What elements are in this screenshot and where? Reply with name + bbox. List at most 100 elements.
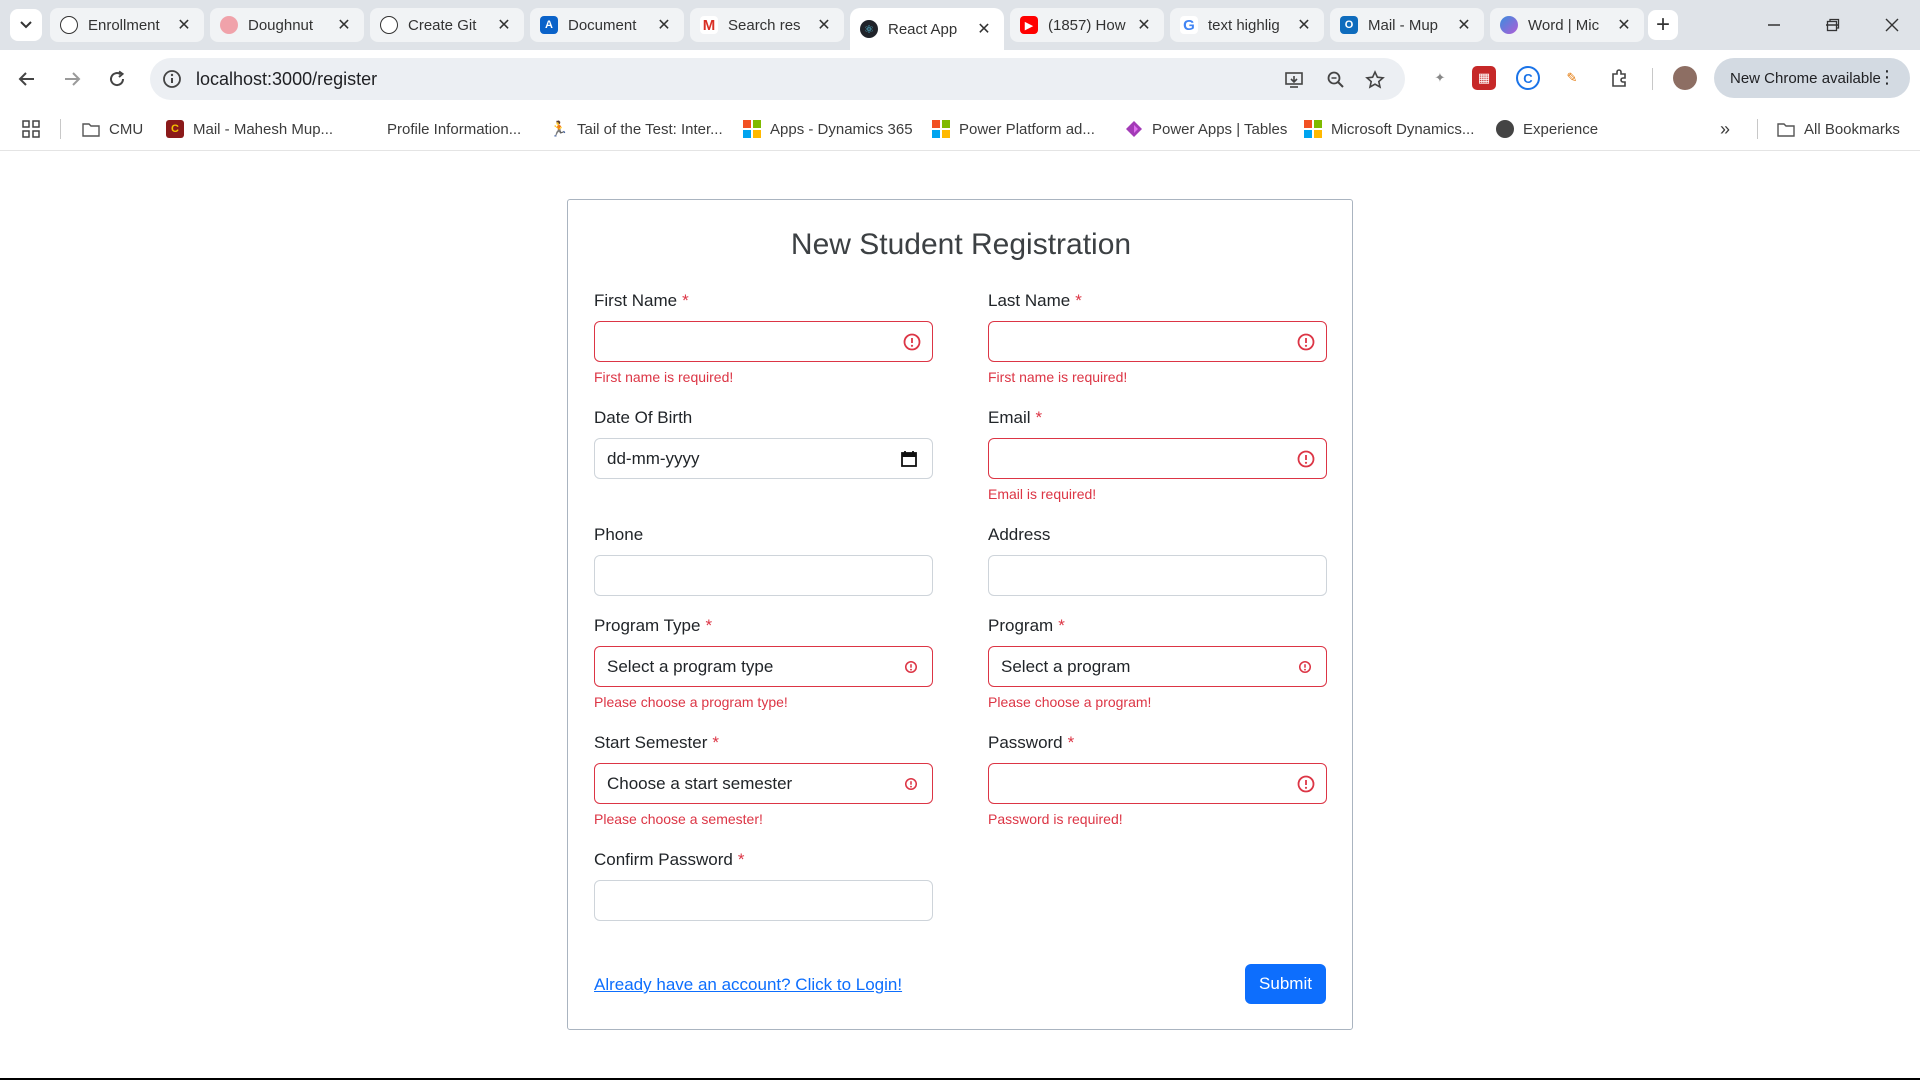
- calendar-icon[interactable]: [900, 450, 918, 468]
- tab-create-git[interactable]: Create Git ✕: [370, 8, 524, 42]
- react-icon: ⚛: [860, 20, 878, 38]
- confirm-password-input[interactable]: [594, 880, 933, 921]
- folder-icon: [82, 120, 100, 138]
- tab-google-search[interactable]: G text highlig ✕: [1170, 8, 1324, 42]
- double-chevron-right-icon: »: [1720, 118, 1731, 139]
- arrow-right-icon: [65, 72, 81, 86]
- bookmark-star-button[interactable]: [1363, 68, 1387, 92]
- close-tab-icon[interactable]: ✕: [174, 15, 194, 35]
- youtube-icon: ▶: [1020, 16, 1038, 34]
- login-link[interactable]: Already have an account? Click to Login!: [594, 975, 902, 995]
- error-circle-icon: [1298, 660, 1312, 673]
- phone-label: Phone: [594, 525, 644, 544]
- bookmark-power-apps-tables[interactable]: Power Apps | Tables: [1125, 117, 1287, 141]
- star-icon: [1365, 70, 1385, 89]
- url-text[interactable]: localhost:3000/register: [196, 69, 377, 90]
- bookmark-separator: [60, 119, 61, 139]
- extension-red-icon[interactable]: ▦: [1472, 66, 1496, 90]
- new-chrome-available-button[interactable]: New Chrome available ⋮: [1714, 58, 1910, 98]
- tab-strip: Enrollment ✕ Doughnut ✕ Create Git ✕ A D…: [0, 0, 1920, 50]
- microsoft-icon: [1304, 120, 1322, 138]
- apple-icon: [360, 120, 378, 138]
- all-bookmarks-button[interactable]: All Bookmarks: [1777, 117, 1900, 141]
- bookmark-tail-of-the-test[interactable]: 🏃 Tail of the Test: Inter...: [550, 117, 723, 141]
- close-tab-icon[interactable]: ✕: [1614, 15, 1634, 35]
- error-circle-icon: [904, 660, 918, 673]
- start-semester-select[interactable]: Choose a start semester: [594, 763, 933, 804]
- close-tab-icon[interactable]: ✕: [494, 15, 514, 35]
- close-tab-icon[interactable]: ✕: [814, 15, 834, 35]
- bookmark-mail-mahesh[interactable]: C Mail - Mahesh Mup...: [166, 117, 333, 141]
- bookmarks-bar: CMU C Mail - Mahesh Mup... Profile Infor…: [0, 108, 1920, 151]
- zoom-button[interactable]: [1324, 68, 1348, 92]
- folder-icon: [1777, 120, 1795, 138]
- close-tab-icon[interactable]: ✕: [1134, 15, 1154, 35]
- close-tab-icon[interactable]: ✕: [654, 15, 674, 35]
- address-label: Address: [988, 525, 1051, 544]
- close-tab-icon[interactable]: ✕: [1454, 15, 1474, 35]
- extension-sparkle-icon[interactable]: ✦: [1428, 66, 1452, 90]
- program-type-select[interactable]: Select a program type: [594, 646, 933, 687]
- password-label: Password *: [988, 733, 1075, 752]
- bookmark-apps-dynamics[interactable]: Apps - Dynamics 365: [743, 117, 913, 141]
- tab-search-button[interactable]: [10, 9, 42, 41]
- required-asterisk: *: [737, 850, 745, 869]
- close-tab-icon[interactable]: ✕: [334, 15, 354, 35]
- first-name-input[interactable]: [594, 321, 933, 362]
- bookmark-microsoft-dynamics[interactable]: Microsoft Dynamics...: [1304, 117, 1474, 141]
- reload-icon: [110, 70, 125, 87]
- close-tab-icon[interactable]: ✕: [1294, 15, 1314, 35]
- tab-react-app[interactable]: ⚛ React App ✕: [850, 8, 1004, 50]
- last-name-input[interactable]: [988, 321, 1327, 362]
- tab-word[interactable]: Word | Mic ✕: [1490, 8, 1644, 42]
- site-info-icon[interactable]: [162, 69, 182, 89]
- password-input[interactable]: [988, 763, 1327, 804]
- profile-avatar[interactable]: [1673, 66, 1697, 90]
- install-app-button[interactable]: [1282, 68, 1306, 92]
- more-bookmarks-button[interactable]: »: [1720, 117, 1730, 141]
- program-select[interactable]: Select a program: [988, 646, 1327, 687]
- globe-icon: [1496, 120, 1514, 138]
- start-semester-error: Please choose a semester!: [594, 811, 763, 827]
- address-input[interactable]: [988, 555, 1327, 596]
- bookmark-experience[interactable]: Experience: [1496, 117, 1598, 141]
- error-circle-icon: [904, 777, 918, 790]
- extension-c-icon[interactable]: C: [1516, 66, 1540, 90]
- bookmark-power-platform[interactable]: Power Platform ad...: [932, 117, 1095, 141]
- required-asterisk: *: [682, 291, 689, 310]
- program-error: Please choose a program!: [988, 694, 1152, 710]
- back-button[interactable]: [12, 64, 42, 94]
- dob-input[interactable]: dd-mm-yyyy: [594, 438, 933, 479]
- apps-grid-icon: [22, 120, 40, 138]
- restore-button[interactable]: [1818, 10, 1848, 40]
- tab-doughnut[interactable]: Doughnut ✕: [210, 8, 364, 42]
- toolbar-separator: [1652, 68, 1653, 90]
- tab-document[interactable]: A Document ✕: [530, 8, 684, 42]
- close-tab-icon[interactable]: ✕: [974, 19, 994, 39]
- phone-input[interactable]: [594, 555, 933, 596]
- submit-button[interactable]: Submit: [1245, 964, 1326, 1004]
- powerapps-icon: [1125, 120, 1143, 138]
- chevron-down-icon: [20, 21, 32, 29]
- reload-button[interactable]: [102, 64, 132, 94]
- minimize-button-2[interactable]: [1759, 10, 1789, 40]
- install-icon: [1285, 72, 1303, 88]
- tab-enrollment[interactable]: Enrollment ✕: [50, 8, 204, 42]
- restore-icon: [1826, 18, 1840, 32]
- forward-button[interactable]: [57, 64, 87, 94]
- required-asterisk: *: [1035, 408, 1043, 427]
- new-tab-button[interactable]: +: [1648, 10, 1678, 40]
- email-input[interactable]: [988, 438, 1327, 479]
- close-window-button[interactable]: [1877, 10, 1907, 40]
- tab-outlook-mail[interactable]: O Mail - Mup ✕: [1330, 8, 1484, 42]
- tab-youtube[interactable]: ▶ (1857) How ✕: [1010, 8, 1164, 42]
- bookmark-profile-information[interactable]: Profile Information...: [360, 117, 521, 141]
- apps-grid-button[interactable]: [22, 117, 40, 141]
- tab-search-results[interactable]: M Search res ✕: [690, 8, 844, 42]
- extension-pen-icon[interactable]: ✎: [1560, 66, 1584, 90]
- bookmark-cmu[interactable]: CMU: [82, 117, 143, 141]
- start-semester-label: Start Semester *: [594, 733, 719, 752]
- chart-icon: [220, 16, 238, 34]
- extensions-puzzle-icon[interactable]: [1608, 66, 1632, 90]
- address-bar[interactable]: localhost:3000/register: [150, 58, 1405, 100]
